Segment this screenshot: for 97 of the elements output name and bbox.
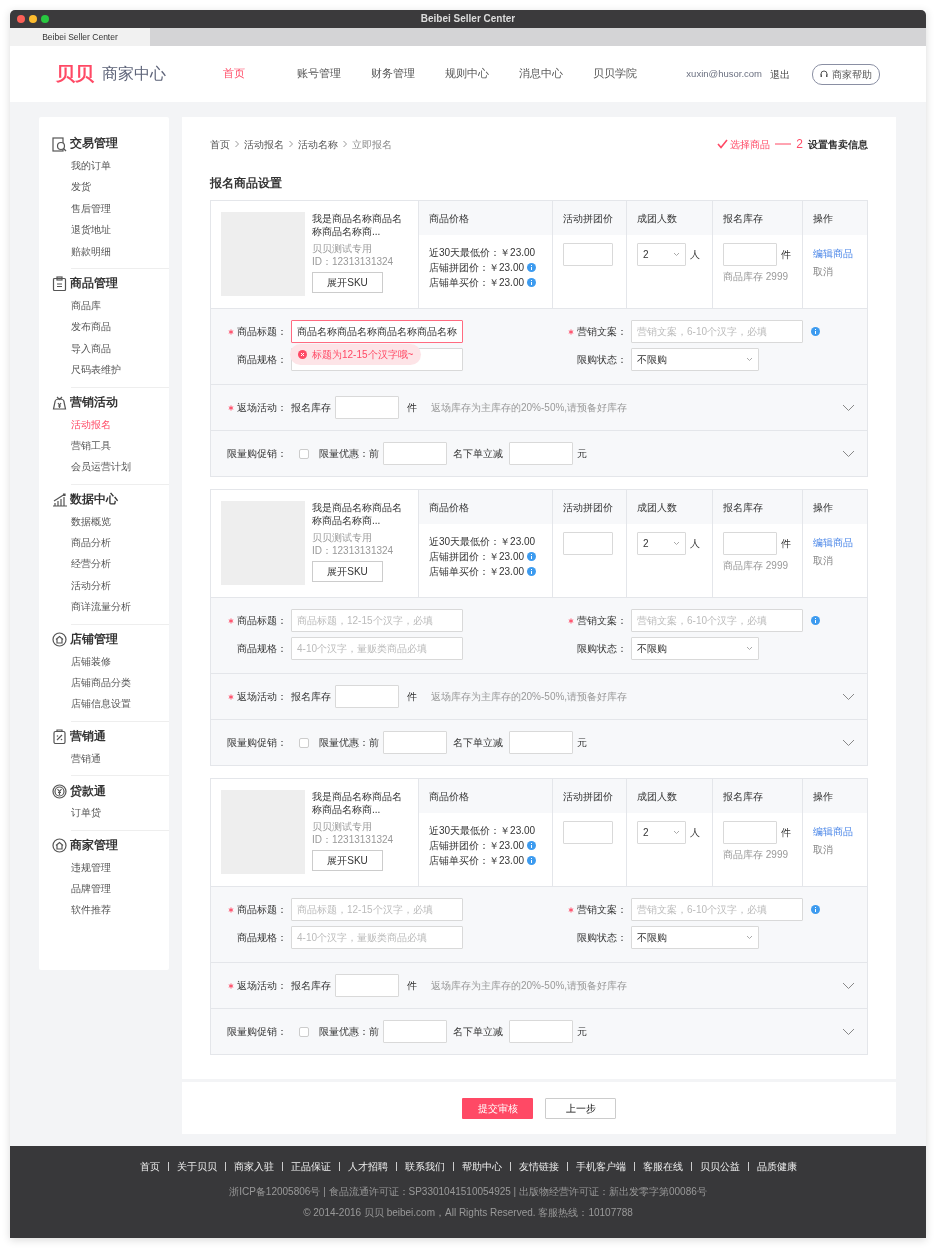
checkbox-label: 限量优惠：前	[319, 447, 379, 462]
field-label: 限购状态：	[576, 353, 627, 368]
unit-text: 人	[690, 826, 700, 841]
column-header: 报名库存	[723, 502, 763, 514]
product-name: 我是商品名称商品名称商品名称商...	[312, 790, 403, 817]
group-heading: 营销活动	[70, 394, 118, 410]
field-label: 限购状态：	[576, 931, 627, 946]
field-label: 商品规格：	[236, 931, 287, 946]
price-line: 近30天最低价：￥23.00	[429, 824, 537, 839]
group-heading: 贷款通	[70, 783, 106, 799]
field-label: 营销文案：	[577, 614, 627, 629]
logo-mark: 贝贝	[56, 61, 94, 86]
user-email: xuxin@husor.com	[686, 66, 762, 81]
product-id: ID：12313131324	[312, 255, 395, 269]
shop-name: 贝贝测试专用	[312, 242, 373, 256]
hint-text: 返场库存为主库存的20%-50%,请预备好库存	[431, 979, 628, 994]
price-line: 店铺拼团价：￥23.00	[429, 261, 525, 276]
field-label: 商品标题：	[237, 325, 287, 340]
column-header: 活动拼团价	[563, 213, 613, 225]
field-label: 返场活动：	[237, 401, 287, 416]
field-label: 名下单立减	[453, 736, 503, 751]
field-label: 限量购促销：	[226, 736, 287, 751]
group-heading: 营销通	[70, 729, 106, 745]
product-name: 我是商品名称商品名称商品名称商...	[312, 501, 403, 528]
price-line: 店铺单买价：￥23.00	[429, 854, 525, 869]
field-label: 返场活动：	[237, 690, 287, 705]
group-heading: 商家管理	[70, 837, 118, 853]
group-heading: 数据中心	[70, 492, 118, 508]
column-header: 商品价格	[429, 213, 469, 225]
column-header: 成团人数	[637, 213, 677, 225]
column-header: 报名库存	[723, 213, 763, 225]
logo-text: 商家中心	[102, 64, 166, 84]
stock-note: 商品库存 2999	[723, 848, 790, 863]
field-label: 商品规格：	[236, 642, 287, 657]
field-label: 报名库存	[291, 690, 331, 705]
step-label: 设置售卖信息	[808, 137, 868, 152]
product-id: ID：12313131324	[312, 544, 395, 558]
price-line: 店铺单买价：￥23.00	[429, 276, 525, 291]
column-header: 操作	[813, 502, 833, 514]
stock-note: 商品库存 2999	[723, 270, 790, 285]
column-header: 成团人数	[637, 502, 677, 514]
hint-text: 返场库存为主库存的20%-50%,请预备好库存	[431, 401, 628, 416]
unit-text: 件	[781, 826, 791, 841]
field-label: 商品规格：	[236, 353, 287, 368]
column-header: 操作	[813, 213, 833, 225]
column-header: 活动拼团价	[563, 502, 613, 514]
step-label: 选择商品	[730, 137, 771, 152]
field-label: 商品标题：	[237, 614, 287, 629]
price-line: 近30天最低价：￥23.00	[429, 246, 537, 261]
product-name: 我是商品名称商品名称商品名称商...	[312, 212, 403, 239]
field-label: 限购状态：	[576, 642, 627, 657]
field-label: 名下单立减	[453, 1025, 503, 1040]
shop-name: 贝贝测试专用	[312, 820, 373, 834]
field-label: 报名库存	[291, 401, 331, 416]
column-header: 报名库存	[723, 791, 763, 803]
copyright-text: © 2014-2016 贝贝 beibei.com，All Rights Reserved. 客服热线：10107788	[302, 1206, 634, 1220]
checkbox-label: 限量优惠：前	[319, 1025, 379, 1040]
price-line: 店铺单买价：￥23.00	[429, 565, 525, 580]
column-header: 活动拼团价	[563, 791, 613, 803]
field-label: 商品标题：	[237, 903, 287, 918]
group-heading: 交易管理	[70, 136, 118, 152]
price-line: 店铺拼团价：￥23.00	[429, 839, 525, 854]
price-line: 店铺拼团价：￥23.00	[429, 550, 525, 565]
unit-text: 件	[407, 401, 417, 416]
unit-text: 件	[781, 248, 791, 263]
error-tooltip: 标题为12-15个汉字哦~	[290, 344, 422, 366]
group-heading: 商品管理	[70, 275, 118, 292]
field-label: 营销文案：	[577, 325, 627, 340]
unit-text: 元	[577, 736, 587, 751]
section-title: 报名商品设置	[210, 175, 283, 191]
window-title: Beibei Seller Center	[420, 12, 516, 26]
field-label: 营销文案：	[577, 903, 627, 918]
license-text: 浙ICP备12005806号 | 食品流通许可证：SP3301041510054925 | 出版物经营许可证：新出发零字第00086号	[228, 1185, 708, 1199]
step-number: 2	[796, 136, 803, 153]
checkbox-label: 限量优惠：前	[319, 736, 379, 751]
column-header: 成团人数	[637, 791, 677, 803]
unit-text: 人	[690, 248, 700, 263]
column-header: 商品价格	[429, 502, 469, 514]
product-id: ID：12313131324	[312, 833, 395, 847]
shop-name: 贝贝测试专用	[312, 531, 373, 545]
field-label: 限量购促销：	[226, 447, 287, 462]
field-label: 报名库存	[291, 979, 331, 994]
column-header: 操作	[813, 791, 833, 803]
unit-text: 人	[690, 537, 700, 552]
unit-text: 件	[407, 690, 417, 705]
stock-note: 商品库存 2999	[723, 559, 790, 574]
unit-text: 元	[577, 447, 587, 462]
unit-text: 元	[577, 1025, 587, 1040]
field-label: 返场活动：	[237, 979, 287, 994]
field-label: 名下单立减	[453, 447, 503, 462]
price-line: 近30天最低价：￥23.00	[429, 535, 537, 550]
unit-text: 件	[407, 979, 417, 994]
unit-text: 件	[781, 537, 791, 552]
column-header: 商品价格	[429, 791, 469, 803]
group-heading: 店铺管理	[70, 632, 118, 647]
hint-text: 返场库存为主库存的20%-50%,请预备好库存	[431, 690, 628, 705]
field-label: 限量购促销：	[226, 1025, 287, 1040]
